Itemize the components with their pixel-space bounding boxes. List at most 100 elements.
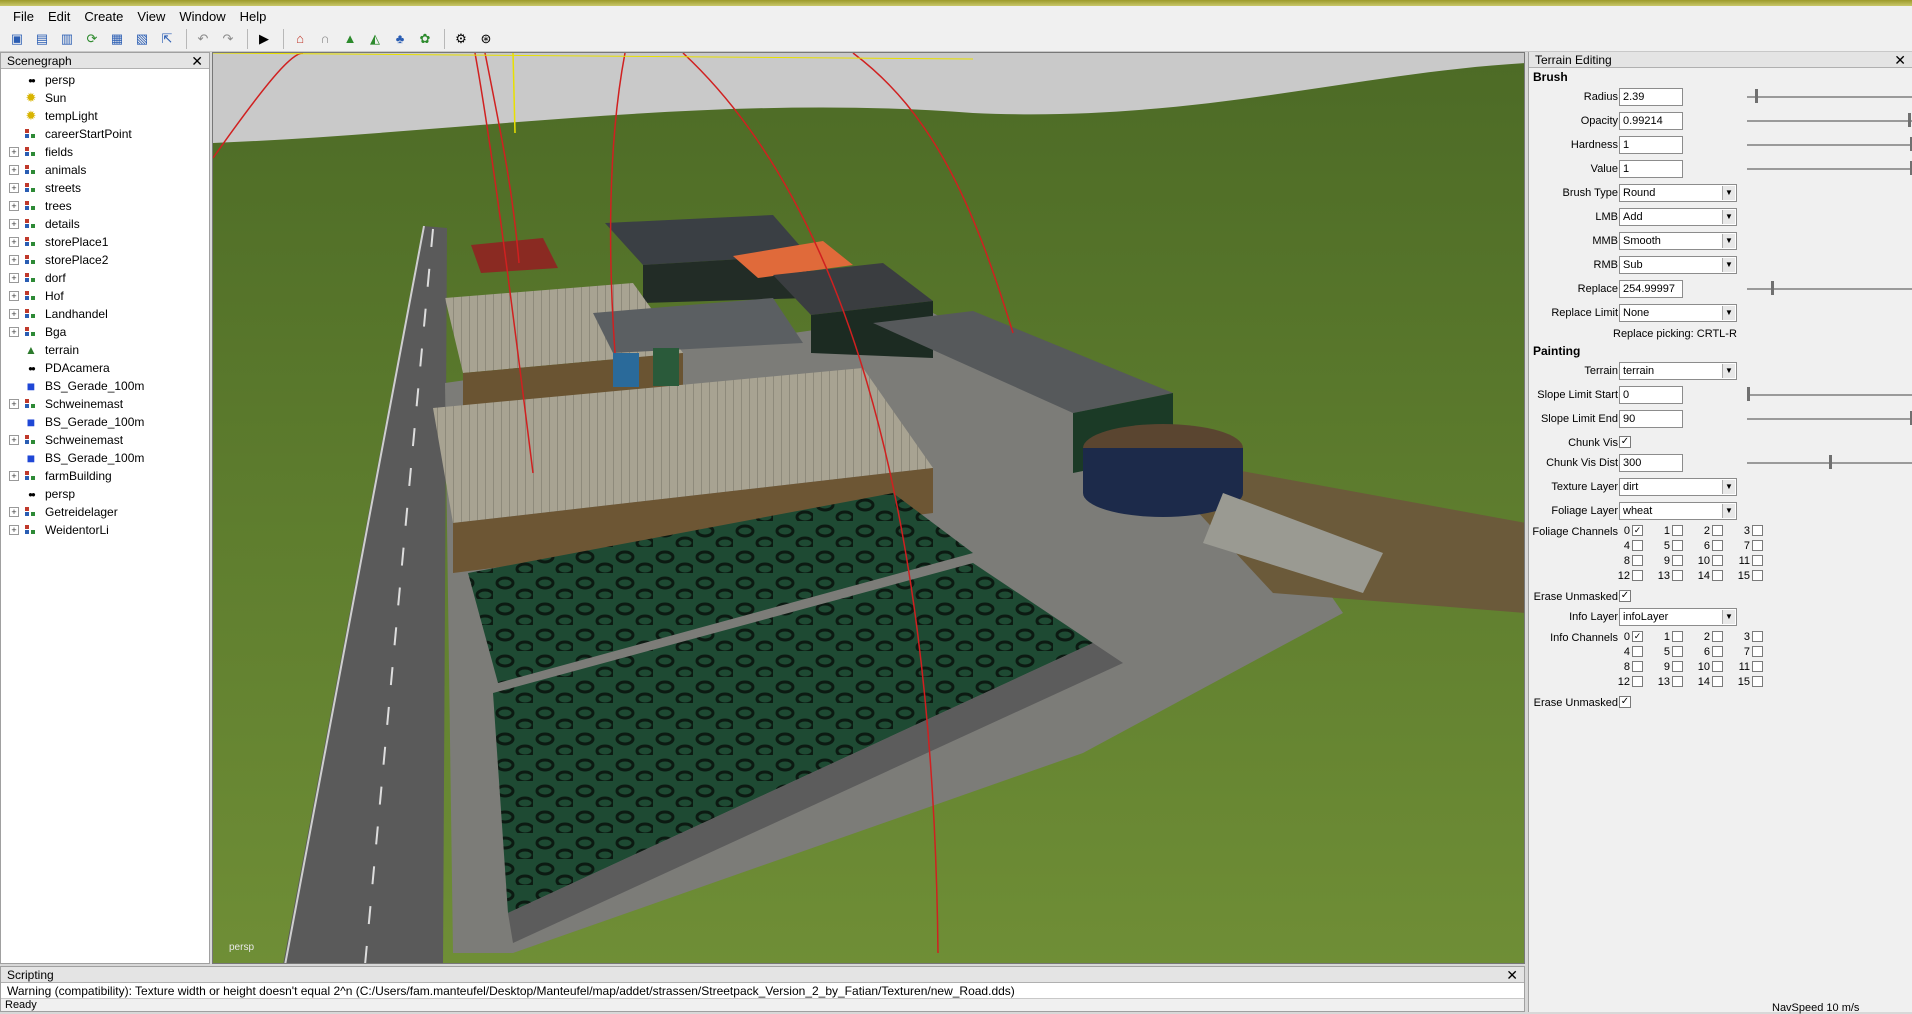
foliage-layer-select[interactable]: wheat ▼ — [1619, 502, 1737, 520]
refresh-icon[interactable]: ⟳ — [81, 28, 103, 50]
tree-item[interactable]: persp — [9, 71, 209, 89]
tree-item[interactable]: tempLight — [9, 107, 209, 125]
import-icon[interactable]: ▥ — [56, 28, 78, 50]
channel-checkbox[interactable] — [1752, 676, 1763, 687]
chunk-vis-checkbox[interactable]: ✓ — [1619, 436, 1631, 448]
expand-icon[interactable]: + — [9, 291, 19, 301]
expand-icon[interactable]: + — [9, 183, 19, 193]
channel-checkbox[interactable] — [1712, 631, 1723, 642]
tree-item[interactable]: BS_Gerade_100m — [9, 377, 209, 395]
channel-checkbox[interactable] — [1752, 525, 1763, 536]
save-icon[interactable]: ▦ — [106, 28, 128, 50]
home-icon[interactable]: ⌂ — [289, 28, 311, 50]
chunk-vis-dist-slider[interactable] — [1747, 455, 1912, 469]
radius-input[interactable] — [1619, 88, 1683, 106]
3d-viewport[interactable]: persp — [212, 52, 1525, 964]
tree-item[interactable]: + Hof — [9, 287, 209, 305]
expand-icon[interactable]: + — [9, 255, 19, 265]
close-icon[interactable]: ✕ — [1506, 968, 1518, 982]
channel-checkbox[interactable] — [1672, 570, 1683, 581]
info-layer-select[interactable]: infoLayer ▼ — [1619, 608, 1737, 626]
tree-item[interactable]: + farmBuilding — [9, 467, 209, 485]
mmb-select[interactable]: Smooth ▼ — [1619, 232, 1737, 250]
chunk-vis-dist-slider-thumb[interactable] — [1828, 455, 1832, 469]
close-icon[interactable]: ✕ — [1894, 53, 1906, 67]
tree-item[interactable]: + Schweinemast — [9, 431, 209, 449]
tree-item[interactable]: careerStartPoint — [9, 125, 209, 143]
export-icon[interactable]: ⇱ — [156, 28, 178, 50]
channel-checkbox[interactable]: ✓ — [1632, 525, 1643, 536]
channel-checkbox[interactable] — [1712, 646, 1723, 657]
slope-start-slider[interactable] — [1747, 387, 1912, 401]
radius-slider[interactable] — [1747, 89, 1912, 103]
opacity-slider[interactable] — [1747, 113, 1912, 127]
tree-item[interactable]: BS_Gerade_100m — [9, 449, 209, 467]
tree-item[interactable]: + details — [9, 215, 209, 233]
menu-file[interactable]: File — [6, 7, 41, 26]
tree-item[interactable]: + WeidentorLi — [9, 521, 209, 539]
expand-icon[interactable]: + — [9, 435, 19, 445]
tree-item[interactable]: + Getreidelager — [9, 503, 209, 521]
tree-item[interactable]: + storePlace2 — [9, 251, 209, 269]
foliage-icon[interactable]: ♣ — [389, 28, 411, 50]
tree-item[interactable]: persp — [9, 485, 209, 503]
expand-icon[interactable]: + — [9, 471, 19, 481]
channel-checkbox[interactable] — [1672, 646, 1683, 657]
channel-checkbox[interactable] — [1752, 661, 1763, 672]
save-as-icon[interactable]: ▧ — [131, 28, 153, 50]
channel-checkbox[interactable] — [1752, 540, 1763, 551]
channel-checkbox[interactable] — [1672, 631, 1683, 642]
script-output[interactable]: Warning (compatibility): Texture width o… — [1, 983, 1524, 999]
lmb-select[interactable]: Add ▼ — [1619, 208, 1737, 226]
replace-slider-thumb[interactable] — [1771, 281, 1775, 295]
slope-start-slider-thumb[interactable] — [1747, 387, 1750, 401]
channel-checkbox[interactable] — [1752, 570, 1763, 581]
chunk-vis-dist-input[interactable] — [1619, 454, 1683, 472]
menu-window[interactable]: Window — [172, 7, 232, 26]
hardness-slider[interactable] — [1747, 137, 1912, 151]
tree-item[interactable]: Sun — [9, 89, 209, 107]
rmb-select[interactable]: Sub ▼ — [1619, 256, 1737, 274]
value-slider[interactable] — [1747, 161, 1912, 175]
expand-icon[interactable]: + — [9, 399, 19, 409]
expand-icon[interactable]: + — [9, 219, 19, 229]
slope-start-input[interactable] — [1619, 386, 1683, 404]
channel-checkbox[interactable] — [1672, 555, 1683, 566]
redo-icon[interactable]: ↷ — [217, 28, 239, 50]
tree-item[interactable]: terrain — [9, 341, 209, 359]
menu-create[interactable]: Create — [77, 7, 130, 26]
expand-icon[interactable]: + — [9, 273, 19, 283]
channel-checkbox[interactable]: ✓ — [1632, 631, 1643, 642]
menu-edit[interactable]: Edit — [41, 7, 77, 26]
texture-layer-select[interactable]: dirt ▼ — [1619, 478, 1737, 496]
channel-checkbox[interactable] — [1712, 540, 1723, 551]
tree-item[interactable]: + Bga — [9, 323, 209, 341]
hardness-input[interactable] — [1619, 136, 1683, 154]
channel-checkbox[interactable] — [1712, 676, 1723, 687]
tree-item[interactable]: PDAcamera — [9, 359, 209, 377]
channel-checkbox[interactable] — [1672, 661, 1683, 672]
channel-checkbox[interactable] — [1632, 661, 1643, 672]
channel-checkbox[interactable] — [1712, 661, 1723, 672]
opacity-input[interactable] — [1619, 112, 1683, 130]
terrain-select[interactable]: terrain ▼ — [1619, 362, 1737, 380]
slope-end-input[interactable] — [1619, 410, 1683, 428]
expand-icon[interactable]: + — [9, 507, 19, 517]
new-icon[interactable]: ▣ — [6, 28, 28, 50]
tree-item[interactable]: + trees — [9, 197, 209, 215]
grass-icon[interactable]: ✿ — [414, 28, 436, 50]
expand-icon[interactable]: + — [9, 237, 19, 247]
channel-checkbox[interactable] — [1712, 555, 1723, 566]
close-icon[interactable]: ✕ — [191, 54, 203, 68]
channel-checkbox[interactable] — [1632, 676, 1643, 687]
erase-unmasked-checkbox-1[interactable]: ✓ — [1619, 590, 1631, 602]
play-icon[interactable]: ▶ — [253, 28, 275, 50]
expand-icon[interactable]: + — [9, 525, 19, 535]
expand-icon[interactable]: + — [9, 165, 19, 175]
channel-checkbox[interactable] — [1752, 631, 1763, 642]
replace-limit-select[interactable]: None ▼ — [1619, 304, 1737, 322]
channel-checkbox[interactable] — [1632, 555, 1643, 566]
expand-icon[interactable]: + — [9, 309, 19, 319]
tree-item[interactable]: + storePlace1 — [9, 233, 209, 251]
menu-help[interactable]: Help — [233, 7, 274, 26]
